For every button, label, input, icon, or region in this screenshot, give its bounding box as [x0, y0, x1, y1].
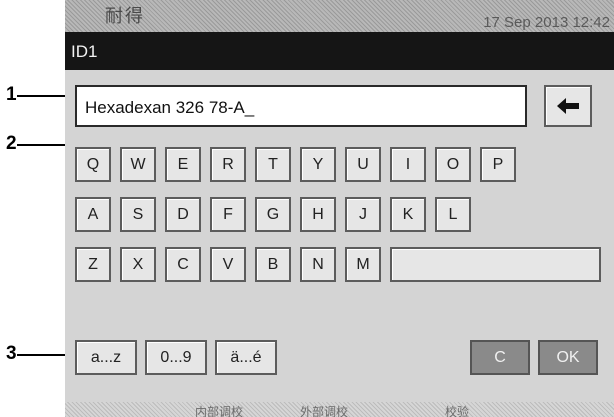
key-v[interactable]: V	[210, 247, 246, 282]
mode-numeric-button[interactable]: 0...9	[145, 340, 207, 375]
mode-special-chars-button[interactable]: ä...é	[215, 340, 277, 375]
key-s[interactable]: S	[120, 197, 156, 232]
key-e[interactable]: E	[165, 147, 201, 182]
key-o[interactable]: O	[435, 147, 471, 182]
key-i[interactable]: I	[390, 147, 426, 182]
key-f[interactable]: F	[210, 197, 246, 232]
key-n[interactable]: N	[300, 247, 336, 282]
keyboard-panel: Hexadexan 326 78-A_ Q W E R T Y U I O P …	[65, 70, 614, 402]
callout-1: 1	[6, 84, 17, 105]
backspace-button[interactable]	[544, 85, 592, 127]
status-datetime: 17 Sep 2013 12:42	[483, 14, 610, 31]
key-d[interactable]: D	[165, 197, 201, 232]
callout-2: 2	[6, 133, 17, 154]
key-r[interactable]: R	[210, 147, 246, 182]
footer-test[interactable]: 校验	[445, 403, 469, 417]
key-u[interactable]: U	[345, 147, 381, 182]
clear-button[interactable]: C	[470, 340, 530, 375]
key-h[interactable]: H	[300, 197, 336, 232]
footer-external-calibration[interactable]: 外部调校	[300, 403, 348, 417]
key-w[interactable]: W	[120, 147, 156, 182]
key-l[interactable]: L	[435, 197, 471, 232]
key-y[interactable]: Y	[300, 147, 336, 182]
key-b[interactable]: B	[255, 247, 291, 282]
key-x[interactable]: X	[120, 247, 156, 282]
backspace-arrow-icon	[557, 98, 579, 114]
key-k[interactable]: K	[390, 197, 426, 232]
key-m[interactable]: M	[345, 247, 381, 282]
key-q[interactable]: Q	[75, 147, 111, 182]
key-t[interactable]: T	[255, 147, 291, 182]
space-key[interactable]	[390, 247, 601, 282]
mode-lowercase-button[interactable]: a...z	[75, 340, 137, 375]
title-bar: ID1	[65, 32, 614, 70]
footer-bar: 内部调校 外部调校 校验	[65, 402, 614, 417]
key-g[interactable]: G	[255, 197, 291, 232]
key-c[interactable]: C	[165, 247, 201, 282]
key-p[interactable]: P	[480, 147, 516, 182]
device-screen: 耐得 17 Sep 2013 12:42 ID1 Hexadexan 326 7…	[65, 0, 614, 417]
text-input-field[interactable]: Hexadexan 326 78-A_	[75, 85, 527, 127]
page-title: ID1	[71, 42, 98, 61]
key-a[interactable]: A	[75, 197, 111, 232]
callout-3: 3	[6, 343, 17, 364]
footer-internal-calibration[interactable]: 内部调校	[195, 403, 243, 417]
key-z[interactable]: Z	[75, 247, 111, 282]
ok-button[interactable]: OK	[538, 340, 598, 375]
key-j[interactable]: J	[345, 197, 381, 232]
status-bar: 耐得 17 Sep 2013 12:42	[65, 0, 614, 32]
brand-logo: 耐得	[105, 6, 145, 27]
